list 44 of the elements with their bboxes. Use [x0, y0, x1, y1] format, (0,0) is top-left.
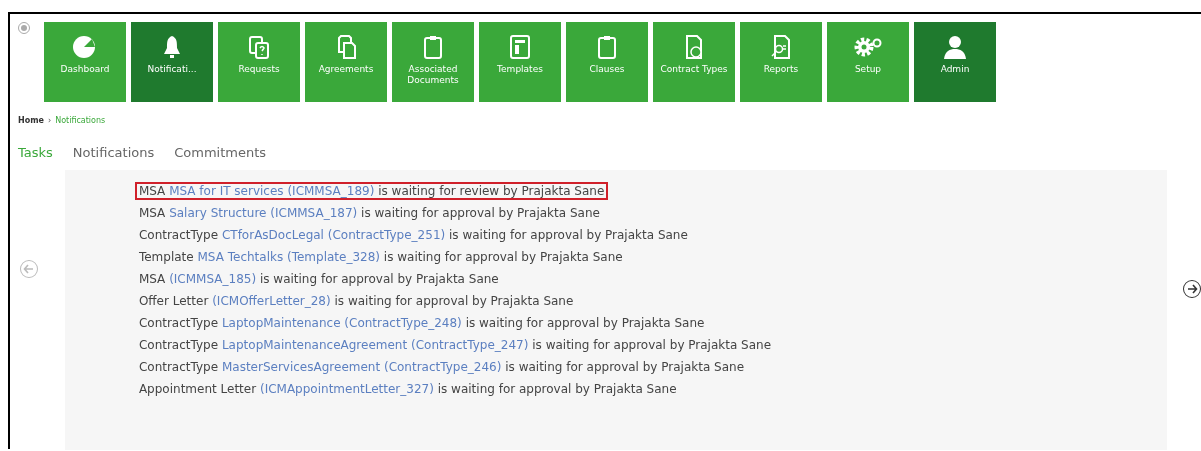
- nav-tile[interactable]: Admin: [914, 22, 996, 102]
- task-entry: ContractType MasterServicesAgreement (ContractType_246) is waiting for approval by Prajakta Sane: [137, 359, 746, 376]
- task-link[interactable]: MSA Techtalks (Template_328): [197, 250, 381, 264]
- task-entry: MSA Salary Structure (ICMMSA_187) is waiting for approval by Prajakta Sane: [137, 205, 601, 222]
- task-entry: ContractType CTforAsDocLegal (ContractType_251) is waiting for approval by Prajakta Sane: [137, 227, 689, 244]
- task-link[interactable]: (ICMOfferLetter_28): [212, 294, 331, 308]
- task-link[interactable]: MSA for IT services (ICMMSA_189): [169, 184, 375, 198]
- task-entry: ContractType LaptopMaintenance (ContractType_248) is waiting for approval by Prajakta Sane: [137, 315, 706, 332]
- clipboard-question-icon: [246, 34, 272, 60]
- template-icon: [507, 34, 533, 60]
- task-entry: MSA (ICMMSA_185) is waiting for approval by Prajakta Sane: [137, 271, 500, 288]
- task-link[interactable]: (ICMMSA_185): [169, 272, 257, 286]
- tab[interactable]: Commitments: [174, 145, 267, 160]
- task-entry: Appointment Letter (ICMAppointmentLetter_327) is waiting for approval by Prajakta Sane: [137, 381, 678, 398]
- nav-tile[interactable]: Agreements: [305, 22, 387, 102]
- tab[interactable]: Tasks: [18, 145, 53, 160]
- breadcrumb-current: Notifications: [55, 116, 106, 125]
- right-arrow-icon: [1186, 283, 1199, 295]
- next-button[interactable]: [1183, 280, 1201, 298]
- nav-tile[interactable]: Contract Types: [653, 22, 735, 102]
- task-entry: Offer Letter (ICMOfferLetter_28) is waiting for approval by Prajakta Sane: [137, 293, 575, 310]
- nav-tile[interactable]: Associated Documents: [392, 22, 474, 102]
- left-arrow-icon: [22, 263, 35, 275]
- user-icon: [942, 34, 968, 60]
- nav-tile[interactable]: Setup: [827, 22, 909, 102]
- nav-tile[interactable]: Dashboard: [44, 22, 126, 102]
- breadcrumb-link[interactable]: Home: [18, 116, 44, 125]
- task-link[interactable]: MasterServicesAgreement (ContractType_246): [221, 360, 502, 374]
- task-entry: Template MSA Techtalks (Template_328) is waiting for approval by Prajakta Sane: [137, 249, 624, 266]
- nav-tile[interactable]: Notificati...: [131, 22, 213, 102]
- task-entry: ContractType LaptopMaintenanceAgreement (ContractType_247) is waiting for approval by Prajakta Sane: [137, 337, 773, 354]
- task-entry: MSA MSA for IT services (ICMMSA_189) is waiting for review by Prajakta Sane: [134, 182, 609, 200]
- breadcrumb-separator: ›: [47, 116, 52, 125]
- nav-tile[interactable]: Requests: [218, 22, 300, 102]
- nav-tile[interactable]: Reports: [740, 22, 822, 102]
- nav-tile[interactable]: Templates: [479, 22, 561, 102]
- task-link[interactable]: Salary Structure (ICMMSA_187): [169, 206, 358, 220]
- pie-chart-icon: [72, 34, 98, 60]
- task-link[interactable]: CTforAsDocLegal (ContractType_251): [221, 228, 446, 242]
- task-link[interactable]: LaptopMaintenanceAgreement (ContractType_247): [221, 338, 529, 352]
- tab[interactable]: Notifications: [72, 145, 155, 160]
- task-link[interactable]: (ICMAppointmentLetter_327): [259, 382, 434, 396]
- task-link[interactable]: LaptopMaintenance (ContractType_248): [221, 316, 462, 330]
- nav-tile[interactable]: Clauses: [566, 22, 648, 102]
